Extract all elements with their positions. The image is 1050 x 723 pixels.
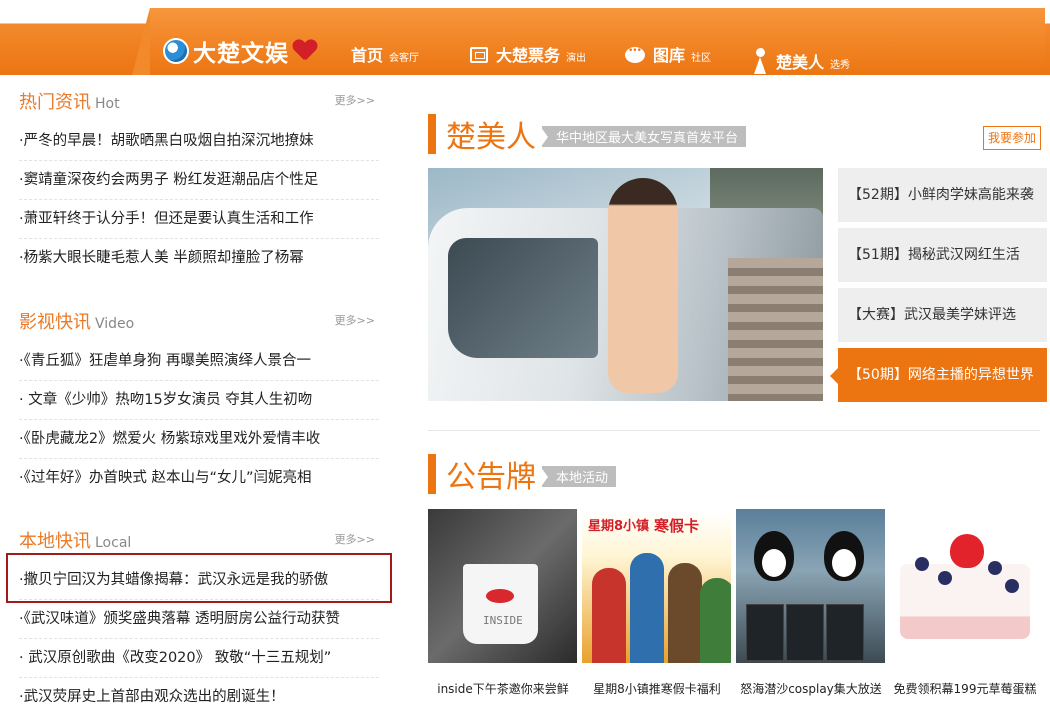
section-header: 热门资讯 Hot 更多>> — [19, 88, 379, 116]
nav-gallery[interactable]: 图库 社区 — [625, 42, 711, 66]
hero-model — [608, 178, 678, 393]
nav-gallery-sub: 社区 — [691, 53, 712, 64]
heart-icon — [293, 40, 317, 62]
news-item[interactable]: · 武汉原创歌曲《改变2020》 致敬“十三五规划” — [19, 639, 379, 678]
thumbnail-cosplay[interactable] — [736, 509, 885, 663]
board-section-title: 公告牌 — [446, 460, 536, 495]
nav-beauty-label: 楚美人 — [776, 53, 825, 72]
blueberry — [938, 571, 952, 585]
beauty-section-header: 楚美人 华中地区最大美女写真首发平台 — [428, 112, 747, 156]
news-item[interactable]: ·《武汉味道》颁奖盛典落幕 透明厨房公益行动获赞 — [19, 600, 379, 639]
site-logo[interactable]: 大楚文娱 — [163, 34, 317, 68]
nav-home-sub: 会客厅 — [389, 53, 420, 64]
news-item[interactable]: ·萧亚轩终于认分手！但还是要认真生活和工作 — [19, 200, 379, 239]
title-accent-bar — [428, 114, 436, 154]
chat-bubble-icon — [625, 46, 645, 63]
blueberry — [915, 557, 929, 571]
news-item[interactable]: ·杨紫大眼长睫毛惹人美 半颜照却撞脸了杨幂 — [19, 239, 379, 277]
issue-item-active[interactable]: 【50期】网络主播的异想世界 — [830, 348, 1047, 402]
join-button[interactable]: 我要参加 — [983, 126, 1041, 150]
board-thumbnails: INSIDE 星期8小镇 寒假卡 — [428, 509, 1040, 663]
board-section-header: 公告牌 本地活动 — [428, 452, 617, 496]
penguin-plush — [754, 531, 794, 581]
thumbnail-caption[interactable]: inside下午茶邀你来尝鲜 — [423, 680, 583, 697]
poster-figure — [592, 568, 626, 663]
blueberry — [1005, 579, 1019, 593]
strawberry — [950, 534, 984, 568]
section-title: 本地快讯 — [19, 531, 91, 552]
issue-item[interactable]: 【51期】揭秘武汉网红生活 — [838, 228, 1047, 282]
section-title: 热门资讯 — [19, 92, 91, 113]
board-section-tag: 本地活动 — [539, 465, 617, 488]
nav-beauty[interactable]: 楚美人 选秀 — [752, 42, 851, 74]
thumbnail-winter-card[interactable]: 星期8小镇 寒假卡 — [582, 509, 731, 663]
highlight-box — [6, 553, 392, 603]
logo-text: 大楚文娱 — [193, 41, 289, 67]
more-link[interactable]: 更多>> — [335, 312, 375, 328]
news-item[interactable]: ·《卧虎藏龙2》燃爱火 杨紫琼戏里戏外爱情丰收 — [19, 420, 379, 459]
section-divider — [428, 430, 1040, 431]
thumbnail-caption[interactable]: 星期8小镇推寒假卡福利 — [577, 680, 737, 697]
beauty-section-tag: 华中地区最大美女写真首发平台 — [539, 125, 747, 148]
thumbnail-caption[interactable]: 怒海潜沙cosplay集大放送 — [731, 680, 891, 697]
hero-car-window — [448, 238, 598, 358]
news-item[interactable]: ·《过年好》办首映式 赵本山与“女儿”闫妮亮相 — [19, 459, 379, 497]
nav-home-label: 首页 — [351, 46, 384, 65]
poster-card — [746, 604, 784, 661]
nav-beauty-sub: 选秀 — [830, 60, 851, 71]
section-title: 影视快讯 — [19, 312, 91, 333]
cake — [900, 564, 1030, 639]
cup-label: INSIDE — [483, 614, 523, 627]
coffee-cup — [463, 564, 538, 644]
issue-item[interactable]: 【大赛】武汉最美学妹评选 — [838, 288, 1047, 342]
thumbnail-strawberry-cake[interactable] — [890, 509, 1039, 663]
poster-figure — [630, 553, 664, 663]
news-list: ·《青丘狐》狂虐单身狗 再曝美照演绎人景合一 · 文章《少帅》热吻15岁女演员 … — [19, 342, 379, 497]
section-subtitle: Local — [95, 535, 132, 551]
news-item[interactable]: ·武汉荧屏史上首部由观众选出的剧诞生！ — [19, 678, 379, 716]
section-subtitle: Hot — [95, 96, 120, 112]
section-header: 影视快讯 Video 更多>> — [19, 308, 379, 336]
issue-item[interactable]: 【52期】小鲜肉学妹高能来袭 — [838, 168, 1047, 222]
news-item[interactable]: ·窦靖童深夜约会两男子 粉红发逛潮品店个性足 — [19, 161, 379, 200]
section-header: 本地快讯 Local 更多>> — [19, 527, 379, 555]
lady-silhouette-icon — [752, 48, 768, 74]
poster-figure — [668, 563, 702, 663]
poster-brand: 星期8小镇 — [588, 519, 650, 534]
nav-gallery-label: 图库 — [653, 46, 686, 65]
nav-home[interactable]: 首页 会客厅 — [351, 42, 419, 66]
ticket-icon — [470, 47, 488, 63]
penguin-plush — [824, 531, 864, 581]
news-item[interactable]: ·严冬的早晨！胡歌晒黑白吸烟自拍深沉地撩妹 — [19, 122, 379, 161]
hot-news-section: 热门资讯 Hot 更多>> ·严冬的早晨！胡歌晒黑白吸烟自拍深沉地撩妹 ·窦靖童深… — [19, 88, 379, 277]
poster-title: 寒假卡 — [654, 517, 700, 535]
thumbnail-inside-tea[interactable]: INSIDE — [428, 509, 577, 663]
logo-icon — [163, 38, 189, 64]
thumbnail-caption[interactable]: 免费领积幕199元草莓蛋糕 — [885, 680, 1045, 697]
poster-card — [826, 604, 864, 661]
news-item[interactable]: · 文章《少帅》热吻15岁女演员 夺其人生初吻 — [19, 381, 379, 420]
poster-card — [786, 604, 824, 661]
news-item[interactable]: ·《青丘狐》狂虐单身狗 再曝美照演绎人景合一 — [19, 342, 379, 381]
hero-road — [728, 258, 823, 401]
section-subtitle: Video — [95, 316, 135, 332]
nav-tickets[interactable]: 大楚票务 演出 — [470, 42, 586, 66]
poster-figure — [700, 578, 731, 663]
beauty-hero-image[interactable] — [428, 168, 823, 401]
news-list: ·严冬的早晨！胡歌晒黑白吸烟自拍深沉地撩妹 ·窦靖童深夜约会两男子 粉红发逛潮品… — [19, 122, 379, 277]
more-link[interactable]: 更多>> — [335, 531, 375, 547]
beauty-issue-list: 【52期】小鲜肉学妹高能来袭 【51期】揭秘武汉网红生活 【大赛】武汉最美学妹评… — [830, 168, 1047, 408]
video-news-section: 影视快讯 Video 更多>> ·《青丘狐》狂虐单身狗 再曝美照演绎人景合一 · … — [19, 308, 379, 497]
more-link[interactable]: 更多>> — [335, 92, 375, 108]
beauty-section-title: 楚美人 — [446, 120, 536, 155]
nav-tickets-label: 大楚票务 — [496, 46, 561, 65]
nav-tickets-sub: 演出 — [566, 53, 587, 64]
title-accent-bar — [428, 454, 436, 494]
blueberry — [988, 561, 1002, 575]
lips-logo — [486, 589, 514, 603]
